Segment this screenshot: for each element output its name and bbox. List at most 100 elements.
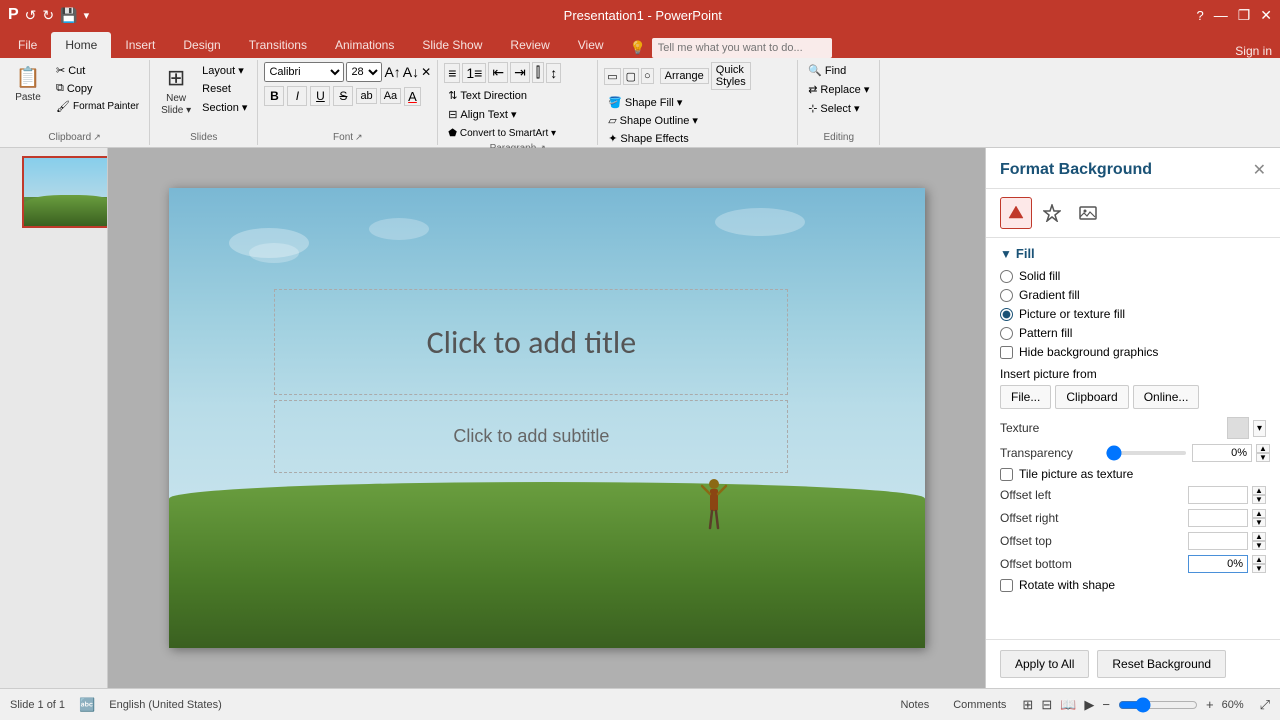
replace-button[interactable]: ⇄ Replace ▾ xyxy=(804,81,873,98)
offset-right-input[interactable]: 0% xyxy=(1188,509,1248,527)
offset-bottom-up[interactable]: ▲ xyxy=(1252,555,1266,564)
pattern-fill-radio[interactable] xyxy=(1000,327,1013,340)
clipboard-expand-icon[interactable]: ↗ xyxy=(93,132,101,143)
tab-slideshow[interactable]: Slide Show xyxy=(408,32,496,58)
select-button[interactable]: ⊹ Select ▾ xyxy=(804,100,863,117)
hide-bg-graphics-label[interactable]: Hide background graphics xyxy=(1019,345,1158,359)
gradient-fill-label[interactable]: Gradient fill xyxy=(1019,288,1080,302)
rotate-with-shape-checkbox[interactable] xyxy=(1000,579,1013,592)
save-btn[interactable]: 💾 xyxy=(60,7,77,24)
font-color-btn[interactable]: A xyxy=(404,87,421,106)
notes-button[interactable]: Notes xyxy=(892,697,937,713)
paste-button[interactable]: 📋 Paste xyxy=(6,62,50,107)
layout-button[interactable]: Layout ▾ xyxy=(198,62,251,79)
rounded-rect-icon[interactable]: ▢ xyxy=(623,68,639,85)
texture-dropdown-icon[interactable]: ▾ xyxy=(1253,420,1266,437)
transparency-up-spinner[interactable]: ▲ xyxy=(1256,444,1270,453)
clipboard-button[interactable]: Clipboard xyxy=(1055,385,1128,409)
tab-animations[interactable]: Animations xyxy=(321,32,408,58)
find-button[interactable]: 🔍 Find xyxy=(804,62,850,79)
italic-button[interactable]: I xyxy=(287,86,307,106)
slideshow-icon[interactable]: ▶ xyxy=(1084,697,1094,713)
offset-right-down[interactable]: ▼ xyxy=(1252,518,1266,527)
redo-btn[interactable]: ↻ xyxy=(42,7,54,24)
inc-indent-btn[interactable]: ⇥ xyxy=(510,62,530,83)
offset-left-input[interactable]: 0% xyxy=(1188,486,1248,504)
tab-insert[interactable]: Insert xyxy=(111,32,169,58)
slide-sorter-icon[interactable]: ⊟ xyxy=(1041,697,1052,713)
slide-title-placeholder[interactable]: Click to add title xyxy=(274,289,788,395)
cut-button[interactable]: ✂ Cut xyxy=(52,62,143,79)
picture-tab-btn[interactable] xyxy=(1072,197,1104,229)
texture-preview[interactable] xyxy=(1227,417,1249,439)
new-slide-button[interactable]: ⊞ NewSlide ▾ xyxy=(156,62,196,120)
arrange-btn[interactable]: Arrange xyxy=(660,68,709,84)
numbering-btn[interactable]: 1≡ xyxy=(462,63,486,83)
apply-to-all-button[interactable]: Apply to All xyxy=(1000,650,1089,678)
zoom-slider[interactable] xyxy=(1118,698,1198,712)
offset-top-down[interactable]: ▼ xyxy=(1252,541,1266,550)
search-input[interactable] xyxy=(652,38,832,58)
restore-btn[interactable]: ❐ xyxy=(1238,7,1251,24)
effects-tab-btn[interactable] xyxy=(1036,197,1068,229)
fill-tab-btn[interactable] xyxy=(1000,197,1032,229)
spell-check-icon[interactable]: 🔤 xyxy=(79,697,95,713)
text-shadow-btn[interactable]: ab xyxy=(356,88,376,104)
convert-smartart-btn[interactable]: ⬟ Convert to SmartArt ▾ xyxy=(444,126,560,141)
zoom-out-icon[interactable]: − xyxy=(1102,697,1110,712)
slide-thumbnail-1[interactable] xyxy=(22,156,108,228)
clear-format-icon[interactable]: ✕ xyxy=(421,65,431,79)
panel-close-button[interactable]: ✕ xyxy=(1253,160,1266,180)
align-text-btn[interactable]: ⊟ Align Text ▾ xyxy=(444,106,520,123)
picture-texture-fill-label[interactable]: Picture or texture fill xyxy=(1019,307,1125,321)
transparency-down-spinner[interactable]: ▼ xyxy=(1256,453,1270,462)
canvas-area[interactable]: Click to add title Click to add subtitle xyxy=(108,148,985,688)
picture-texture-fill-radio[interactable] xyxy=(1000,308,1013,321)
reset-background-button[interactable]: Reset Background xyxy=(1097,650,1226,678)
section-button[interactable]: Section ▾ xyxy=(198,99,251,116)
offset-bottom-down[interactable]: ▼ xyxy=(1252,564,1266,573)
hide-bg-graphics-checkbox[interactable] xyxy=(1000,346,1013,359)
undo-btn[interactable]: ↺ xyxy=(25,7,37,24)
char-spacing-btn[interactable]: Aa xyxy=(380,88,401,104)
fit-slide-icon[interactable]: ⤢ xyxy=(1260,697,1270,713)
offset-top-up[interactable]: ▲ xyxy=(1252,532,1266,541)
comments-button[interactable]: Comments xyxy=(945,697,1014,713)
pattern-fill-label[interactable]: Pattern fill xyxy=(1019,326,1072,340)
slide-canvas[interactable]: Click to add title Click to add subtitle xyxy=(169,188,925,648)
help-icon[interactable]: ? xyxy=(1196,8,1203,23)
offset-right-up[interactable]: ▲ xyxy=(1252,509,1266,518)
offset-left-down[interactable]: ▼ xyxy=(1252,495,1266,504)
solid-fill-radio[interactable] xyxy=(1000,270,1013,283)
customize-btn[interactable]: ▾ xyxy=(84,9,90,22)
gradient-fill-radio[interactable] xyxy=(1000,289,1013,302)
minimize-btn[interactable]: — xyxy=(1214,7,1228,23)
tab-review[interactable]: Review xyxy=(496,32,563,58)
tile-picture-checkbox[interactable] xyxy=(1000,468,1013,481)
zoom-in-icon[interactable]: + xyxy=(1206,697,1214,712)
quick-styles-btn[interactable]: QuickStyles xyxy=(711,62,751,90)
font-decrease-icon[interactable]: A↓ xyxy=(403,64,419,80)
close-btn[interactable]: ✕ xyxy=(1260,7,1272,24)
tab-transitions[interactable]: Transitions xyxy=(235,32,321,58)
slide-subtitle-placeholder[interactable]: Click to add subtitle xyxy=(274,400,788,474)
sign-in-btn[interactable]: Sign in xyxy=(1227,44,1280,58)
tab-home[interactable]: Home xyxy=(51,32,111,58)
language-label[interactable]: English (United States) xyxy=(109,699,222,711)
format-painter-button[interactable]: 🖌 Format Painter xyxy=(52,98,143,115)
font-family-select[interactable]: Calibri xyxy=(264,62,344,82)
offset-top-input[interactable]: 0% xyxy=(1188,532,1248,550)
tab-view[interactable]: View xyxy=(564,32,618,58)
font-expand-icon[interactable]: ↗ xyxy=(355,132,363,143)
ellipse-icon[interactable]: ○ xyxy=(641,68,654,84)
reset-button[interactable]: Reset xyxy=(198,81,251,97)
strikethrough-button[interactable]: S xyxy=(333,86,353,106)
zoom-level[interactable]: 60% xyxy=(1222,699,1252,711)
offset-bottom-input[interactable] xyxy=(1188,555,1248,573)
bullets-btn[interactable]: ≡ xyxy=(444,63,460,83)
dec-indent-btn[interactable]: ⇤ xyxy=(488,62,508,83)
linespace-btn[interactable]: ↕ xyxy=(546,63,561,83)
fill-section-header[interactable]: ▼ Fill xyxy=(1000,246,1266,261)
normal-view-icon[interactable]: ⊞ xyxy=(1022,697,1033,713)
reading-view-icon[interactable]: 📖 xyxy=(1060,697,1076,713)
